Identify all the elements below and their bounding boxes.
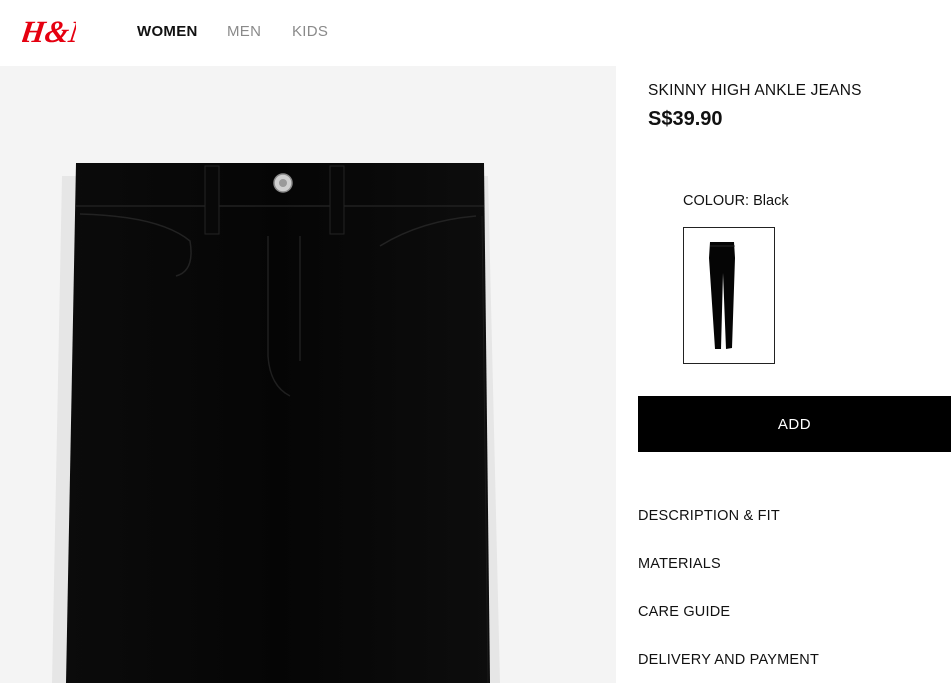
colour-swatch-black[interactable] (683, 227, 775, 364)
product-price: S$39.90 (648, 108, 723, 130)
jeans-image (52, 163, 500, 683)
accordion-materials[interactable]: MATERIALS (638, 556, 721, 572)
nav-kids[interactable]: KIDS (292, 23, 328, 40)
colour-label: COLOUR: (683, 193, 750, 209)
accordion-care-guide[interactable]: CARE GUIDE (638, 604, 730, 620)
accordion-delivery-payment[interactable]: DELIVERY AND PAYMENT (638, 652, 819, 668)
add-to-bag-button[interactable]: ADD (638, 396, 951, 452)
jeans-thumbnail (709, 242, 735, 349)
nav-men[interactable]: MEN (227, 23, 261, 40)
nav-women[interactable]: WOMEN (137, 23, 198, 40)
colour-value: Black (753, 193, 789, 209)
site-header: H&M WOMEN MEN KIDS (0, 0, 951, 64)
svg-text:H&M: H&M (22, 14, 76, 49)
product-image[interactable] (0, 66, 616, 683)
product-title: SKINNY HIGH ANKLE JEANS (648, 82, 862, 99)
accordion-description-fit[interactable]: DESCRIPTION & FIT (638, 508, 780, 524)
colour-selection: COLOUR: Black (683, 193, 789, 209)
hm-logo[interactable]: H&M (22, 10, 76, 50)
